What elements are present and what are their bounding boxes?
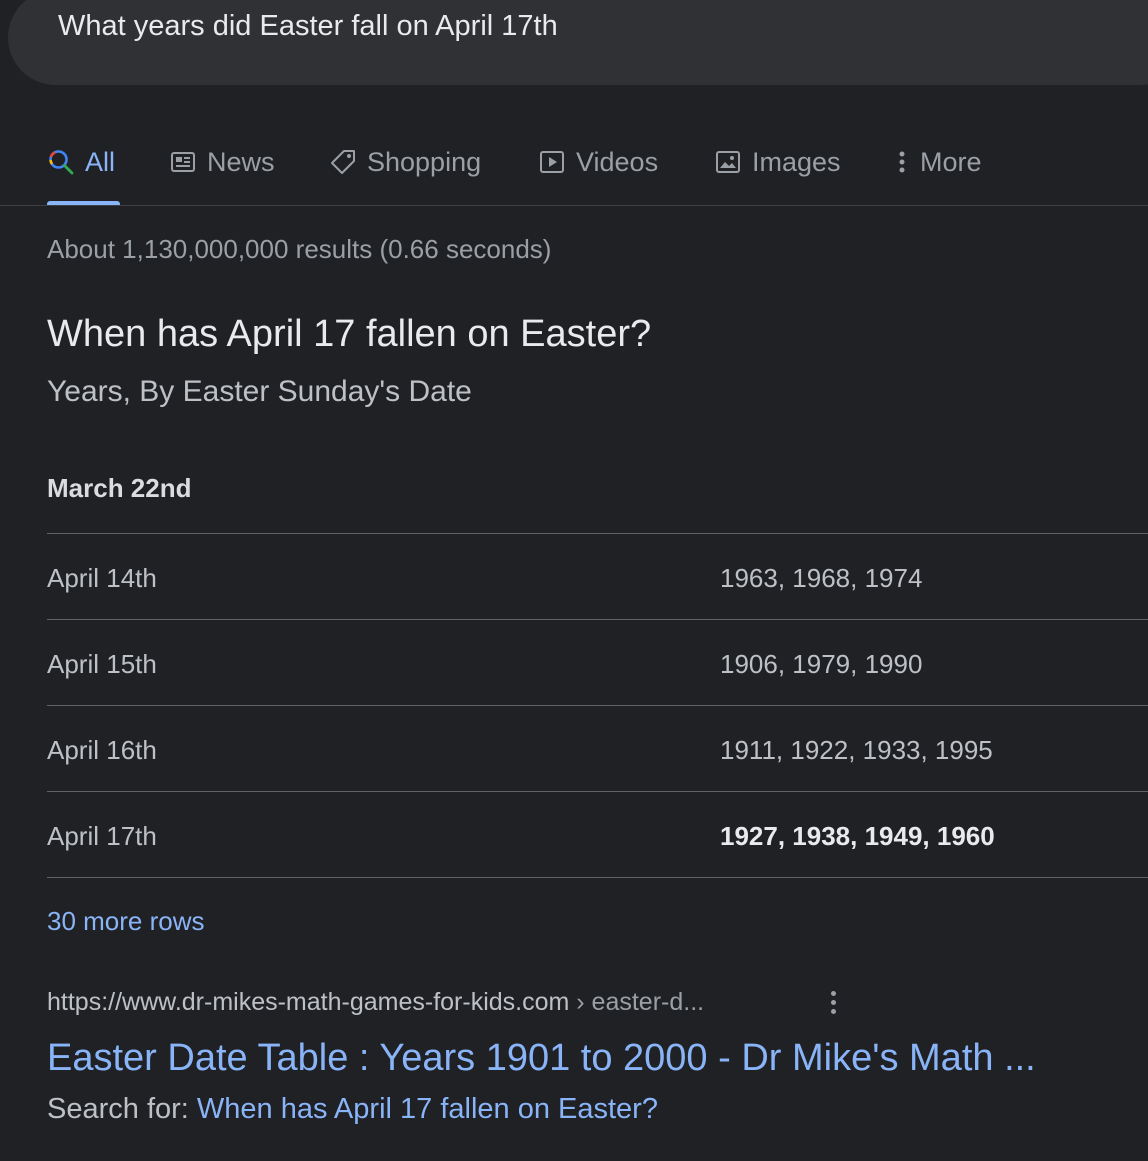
featured-subtitle: Years, By Easter Sunday's Date — [47, 375, 472, 408]
table-cell-years: 1906, 1979, 1990 — [720, 649, 923, 679]
more-vert-icon — [894, 148, 910, 176]
news-icon — [169, 148, 197, 176]
result-stats: About 1,130,000,000 results (0.66 second… — [47, 234, 552, 264]
tab-label: Shopping — [367, 146, 482, 177]
divider — [0, 205, 1148, 206]
tab-news[interactable]: News — [169, 142, 275, 182]
source-breadcrumb: › easter-d... — [569, 988, 705, 1016]
search-icon — [47, 148, 75, 176]
table-row: April 14th 1963, 1968, 1974 — [47, 533, 1148, 619]
image-icon — [714, 148, 742, 176]
play-icon — [538, 148, 566, 176]
easter-table: April 14th 1963, 1968, 1974 April 15th 1… — [47, 533, 1148, 878]
search-for-label: Search for: — [47, 1093, 197, 1125]
table-header: March 22nd — [47, 473, 192, 503]
search-bar[interactable]: What years did Easter fall on April 17th — [8, 0, 1148, 85]
search-for-link[interactable]: When has April 17 fallen on Easter? — [197, 1093, 658, 1125]
table-cell-years: 1963, 1968, 1974 — [720, 563, 923, 593]
more-options-icon[interactable] — [826, 988, 840, 1020]
tab-videos[interactable]: Videos — [538, 142, 658, 182]
tab-label: Videos — [576, 146, 659, 177]
featured-question: When has April 17 fallen on Easter? — [47, 313, 652, 355]
tab-label: News — [207, 146, 275, 177]
source-url[interactable]: https://www.dr-mikes-math-games-for-kids… — [47, 988, 704, 1017]
tab-more[interactable]: More — [894, 142, 982, 182]
tab-images[interactable]: Images — [714, 142, 841, 182]
tab-label: All — [85, 146, 116, 177]
search-tabs: All News Shopping Videos Images More — [0, 128, 1148, 206]
table-row: April 17th 1927, 1938, 1949, 1960 — [47, 791, 1148, 878]
table-cell-date: April 16th — [47, 735, 157, 765]
table-cell-date: April 14th — [47, 563, 157, 593]
source-domain: https://www.dr-mikes-math-games-for-kids… — [47, 988, 570, 1016]
tab-label: More — [920, 146, 982, 177]
tag-icon — [329, 148, 357, 176]
table-row: April 15th 1906, 1979, 1990 — [47, 619, 1148, 705]
tab-all[interactable]: All — [47, 142, 115, 182]
table-cell-date: April 15th — [47, 649, 157, 679]
table-row: April 16th 1911, 1922, 1933, 1995 — [47, 705, 1148, 791]
table-cell-years: 1911, 1922, 1933, 1995 — [720, 735, 993, 765]
more-rows-link[interactable]: 30 more rows — [47, 906, 205, 937]
table-cell-date: April 17th — [47, 821, 157, 851]
table-cell-years-highlighted: 1927, 1938, 1949, 1960 — [720, 821, 995, 851]
search-for: Search for: When has April 17 fallen on … — [47, 1093, 658, 1126]
search-input[interactable]: What years did Easter fall on April 17th — [58, 10, 558, 43]
result-title-link[interactable]: Easter Date Table : Years 1901 to 2000 -… — [47, 1037, 1036, 1080]
tab-shopping[interactable]: Shopping — [329, 142, 481, 182]
tab-label: Images — [752, 146, 841, 177]
